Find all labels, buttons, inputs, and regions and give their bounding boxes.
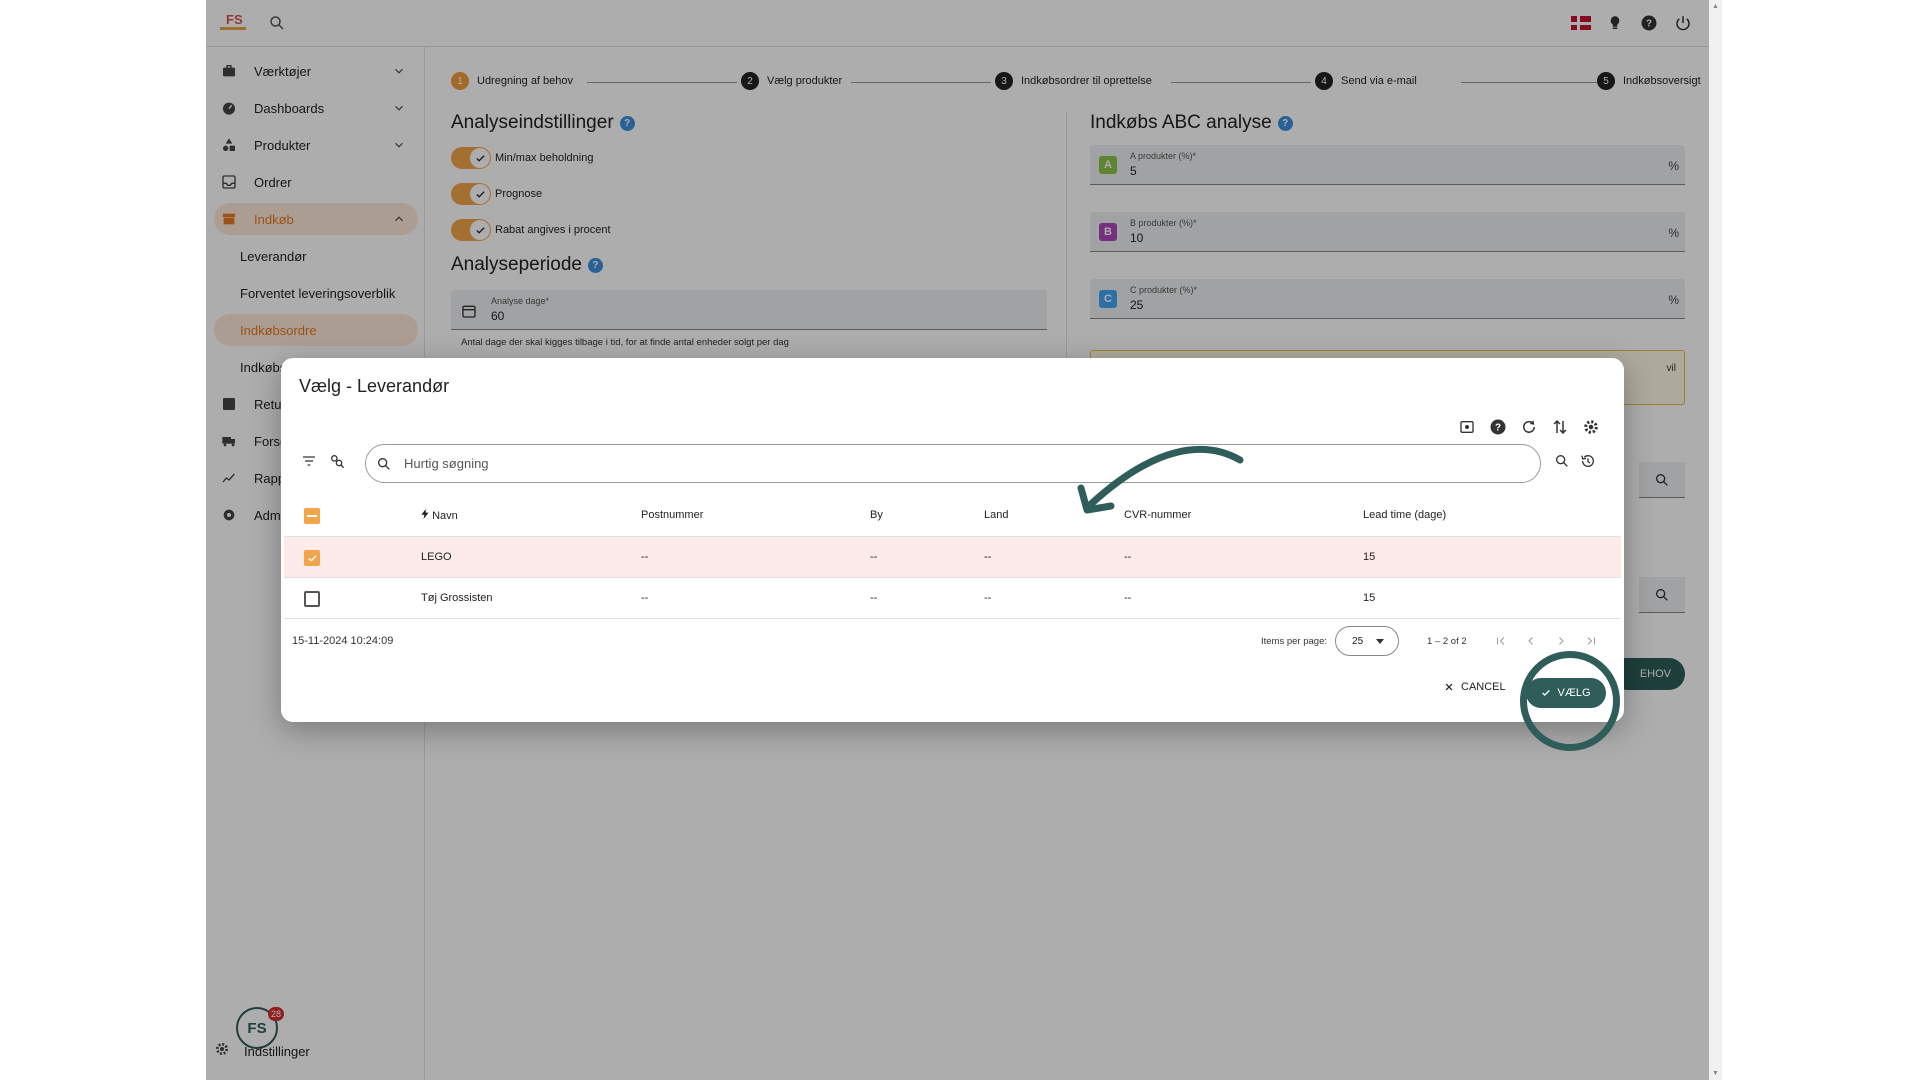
column-header-land[interactable]: Land bbox=[984, 509, 1008, 521]
visibility-icon[interactable] bbox=[1458, 418, 1476, 436]
tutorial-arrow-icon bbox=[1077, 446, 1244, 514]
cell-land: -- bbox=[984, 592, 992, 604]
select-all-checkbox[interactable] bbox=[304, 508, 320, 524]
help-icon[interactable]: ? bbox=[1489, 418, 1507, 436]
last-page-icon[interactable] bbox=[1583, 633, 1599, 649]
column-header-label: Navn bbox=[432, 510, 458, 522]
scroll-up-icon[interactable]: ▲ bbox=[1712, 3, 1719, 10]
check-icon bbox=[307, 554, 317, 562]
cell-cvr: -- bbox=[1124, 551, 1132, 563]
table-row[interactable]: LEGO -- -- -- -- 15 bbox=[284, 537, 1621, 578]
gear-icon[interactable] bbox=[1582, 418, 1600, 436]
table-toolbar: ? bbox=[1458, 418, 1600, 436]
cell-by: -- bbox=[870, 551, 878, 563]
column-header-postnummer[interactable]: Postnummer bbox=[641, 509, 703, 521]
items-per-page-label: Items per page: bbox=[1261, 635, 1328, 647]
cell-lead-time: 15 bbox=[1363, 551, 1376, 563]
cell-postnummer: -- bbox=[641, 592, 649, 604]
cell-postnummer: -- bbox=[641, 551, 649, 563]
timestamp: 15-11-2024 10:24:09 bbox=[292, 635, 394, 647]
person-search-icon[interactable] bbox=[329, 453, 345, 474]
page-scrollbar[interactable]: ▲ ▼ bbox=[1709, 0, 1722, 1080]
search-actions bbox=[1554, 453, 1596, 474]
table-row[interactable]: Tøj Grossisten -- -- -- -- 15 bbox=[284, 578, 1621, 619]
history-icon[interactable] bbox=[1580, 453, 1596, 474]
dropdown-arrow-icon bbox=[1376, 639, 1385, 644]
svg-text:?: ? bbox=[1495, 422, 1501, 433]
scroll-down-icon[interactable]: ▼ bbox=[1712, 1070, 1719, 1077]
cell-lead-time: 15 bbox=[1363, 592, 1376, 604]
cell-navn: Tøj Grossisten bbox=[421, 592, 493, 604]
dialog-title: Vælg - Leverandør bbox=[299, 376, 450, 396]
row-checkbox[interactable] bbox=[304, 550, 320, 566]
column-header-by[interactable]: By bbox=[870, 509, 883, 521]
search-icon bbox=[378, 457, 390, 470]
paginator: Items per page: 25 1 – 2 of 2 bbox=[1261, 626, 1599, 656]
column-header-lead-time[interactable]: Lead time (dage) bbox=[1363, 509, 1446, 521]
previous-page-icon[interactable] bbox=[1523, 633, 1539, 649]
quick-search-box[interactable] bbox=[365, 444, 1541, 483]
tutorial-highlight-ring bbox=[1520, 651, 1620, 751]
items-per-page-select[interactable]: 25 bbox=[1335, 626, 1400, 656]
table-header: Navn Postnummer By Land CVR-nummer Lead … bbox=[284, 495, 1621, 537]
supplier-table: Navn Postnummer By Land CVR-nummer Lead … bbox=[284, 495, 1621, 619]
lightning-icon bbox=[421, 509, 429, 519]
items-per-page-value: 25 bbox=[1352, 635, 1364, 647]
choose-supplier-dialog: Vælg - Leverandør ? Navn Postnummer By L… bbox=[281, 358, 1624, 722]
cell-cvr: -- bbox=[1124, 592, 1132, 604]
zoom-search-icon[interactable] bbox=[1554, 453, 1570, 474]
cell-navn: LEGO bbox=[421, 551, 452, 563]
page-range: 1 – 2 of 2 bbox=[1427, 635, 1467, 647]
cell-land: -- bbox=[984, 551, 992, 563]
filter-icon[interactable] bbox=[301, 453, 317, 474]
cancel-label: CANCEL bbox=[1461, 681, 1506, 693]
row-checkbox[interactable] bbox=[304, 591, 320, 607]
next-page-icon[interactable] bbox=[1553, 633, 1569, 649]
page-buttons bbox=[1493, 633, 1599, 649]
close-icon bbox=[1445, 683, 1453, 691]
refresh-icon[interactable] bbox=[1520, 418, 1538, 436]
first-page-icon[interactable] bbox=[1493, 633, 1509, 649]
column-header-navn[interactable]: Navn bbox=[421, 509, 458, 522]
sort-icon[interactable] bbox=[1551, 418, 1569, 436]
cancel-button[interactable]: CANCEL bbox=[1444, 681, 1506, 693]
cell-by: -- bbox=[870, 592, 878, 604]
filter-tools bbox=[301, 453, 345, 474]
